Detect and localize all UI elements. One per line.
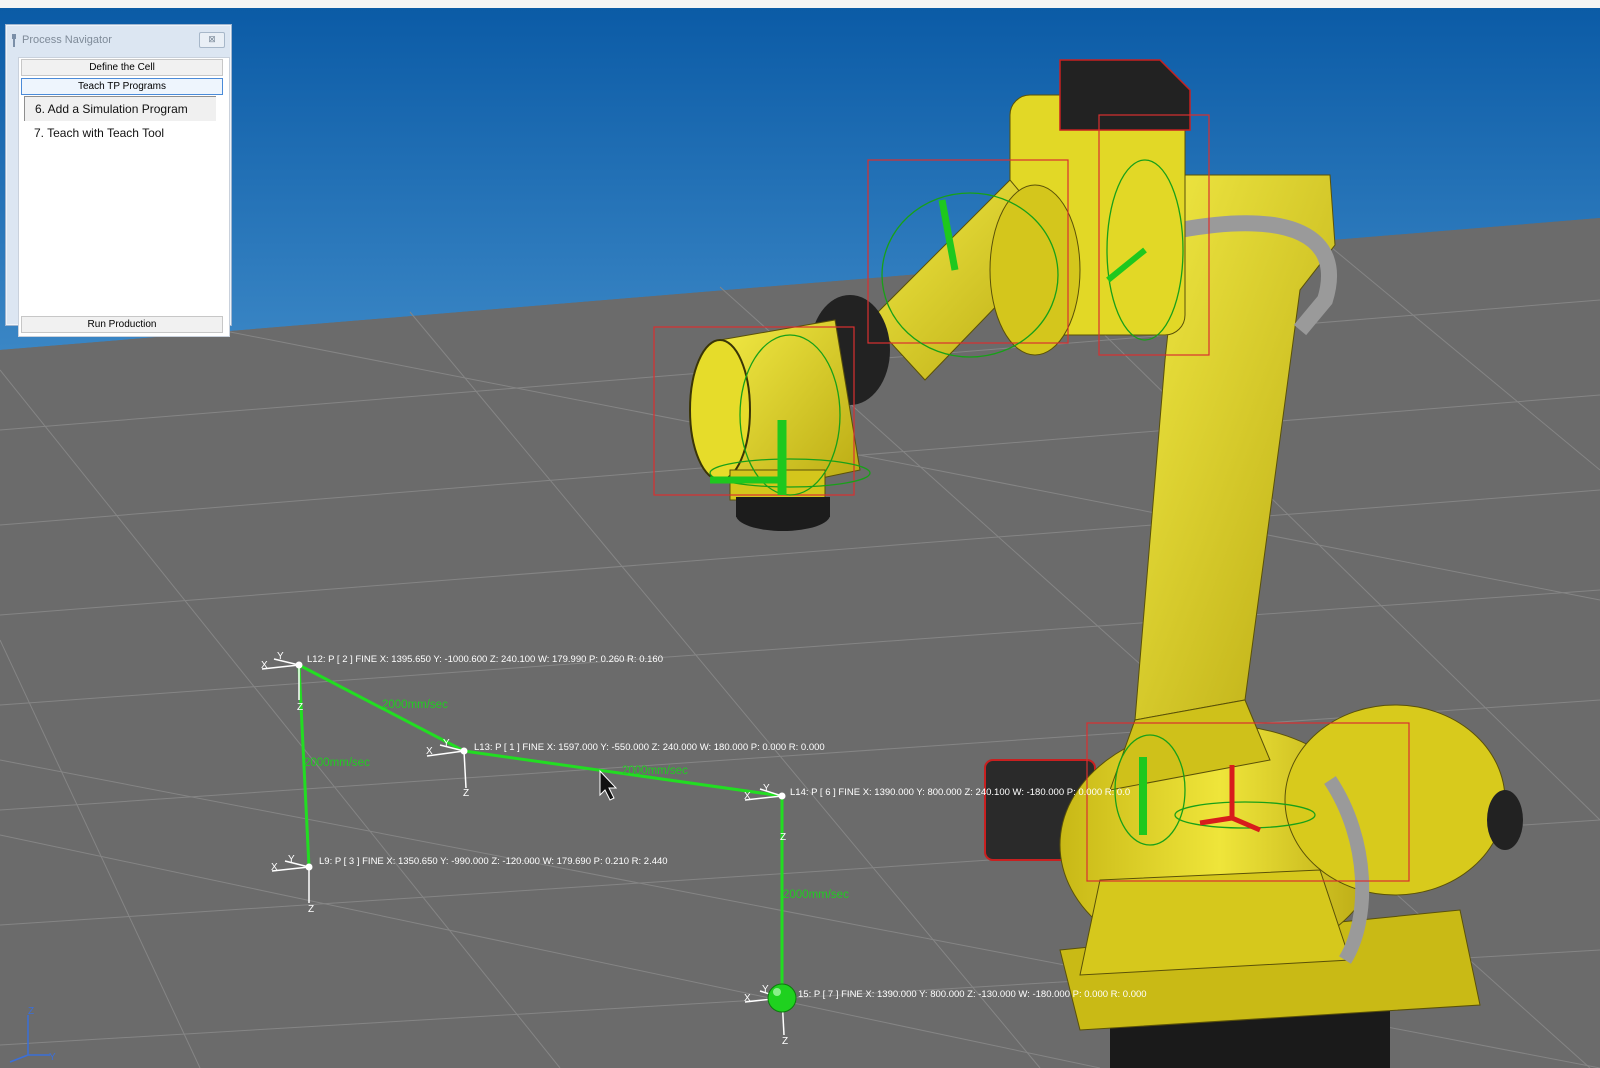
axis-y-label: Y	[763, 783, 770, 794]
teach-tp-programs-button[interactable]: Teach TP Programs	[21, 78, 223, 95]
point-label: L9: P [ 3 ] FINE X: 1350.650 Y: -990.000…	[319, 856, 668, 867]
axis-x-label: X	[261, 660, 268, 671]
define-cell-button[interactable]: Define the Cell	[21, 59, 223, 76]
axis-y-label: Y	[443, 738, 450, 749]
panel-titlebar[interactable]: Process Navigator ⊠	[6, 25, 231, 55]
run-production-button[interactable]: Run Production	[21, 316, 223, 333]
point-label: L12: P [ 2 ] FINE X: 1395.650 Y: -1000.6…	[307, 654, 663, 665]
panel-title: Process Navigator	[22, 34, 112, 46]
axis-z-label: Z	[463, 788, 469, 799]
simulation-viewport[interactable]: 2000mm/sec 2000mm/sec 2000mm/sec 2000mm/…	[0, 0, 1600, 1068]
step-add-simulation-program[interactable]: 6. Add a Simulation Program	[24, 96, 216, 121]
axis-x-label: X	[271, 862, 278, 873]
close-button[interactable]: ⊠	[199, 32, 225, 48]
point-label: 15: P [ 7 ] FINE X: 1390.000 Y: 800.000 …	[798, 989, 1147, 1000]
top-border	[0, 0, 1600, 8]
navigator-body: Define the Cell Teach TP Programs 6. Add…	[18, 57, 230, 337]
axis-y-label: Y	[277, 651, 284, 662]
point-label: L13: P [ 1 ] FINE X: 1597.000 Y: -550.00…	[474, 742, 825, 753]
axis-z-label: Z	[297, 702, 303, 713]
speed-label: 2000mm/sec	[382, 699, 448, 711]
step-teach-with-teach-tool[interactable]: 7. Teach with Teach Tool	[24, 121, 216, 145]
axis-z-label: Z	[782, 1036, 788, 1047]
axis-y-label: Y	[49, 1052, 56, 1063]
speed-label: 2000mm/sec	[304, 757, 370, 769]
speed-label: 2000mm/sec	[622, 765, 688, 777]
process-navigator-panel: Process Navigator ⊠ Define the Cell Teac…	[5, 24, 232, 337]
axis-x-label: X	[426, 746, 433, 757]
pin-icon[interactable]	[12, 33, 16, 47]
axis-z-label: Z	[28, 1006, 34, 1017]
axis-z-label: Z	[780, 832, 786, 843]
speed-label: 2000mm/sec	[783, 889, 849, 901]
step-list: 6. Add a Simulation Program 7. Teach wit…	[24, 96, 216, 145]
axis-x-label: X	[744, 791, 751, 802]
axis-y-label: Y	[288, 854, 295, 865]
axis-y-label: Y	[762, 984, 769, 995]
axis-x-label: X	[744, 993, 751, 1004]
point-label: L14: P [ 6 ] FINE X: 1390.000 Y: 800.000…	[790, 787, 1130, 798]
axis-z-label: Z	[308, 904, 314, 915]
